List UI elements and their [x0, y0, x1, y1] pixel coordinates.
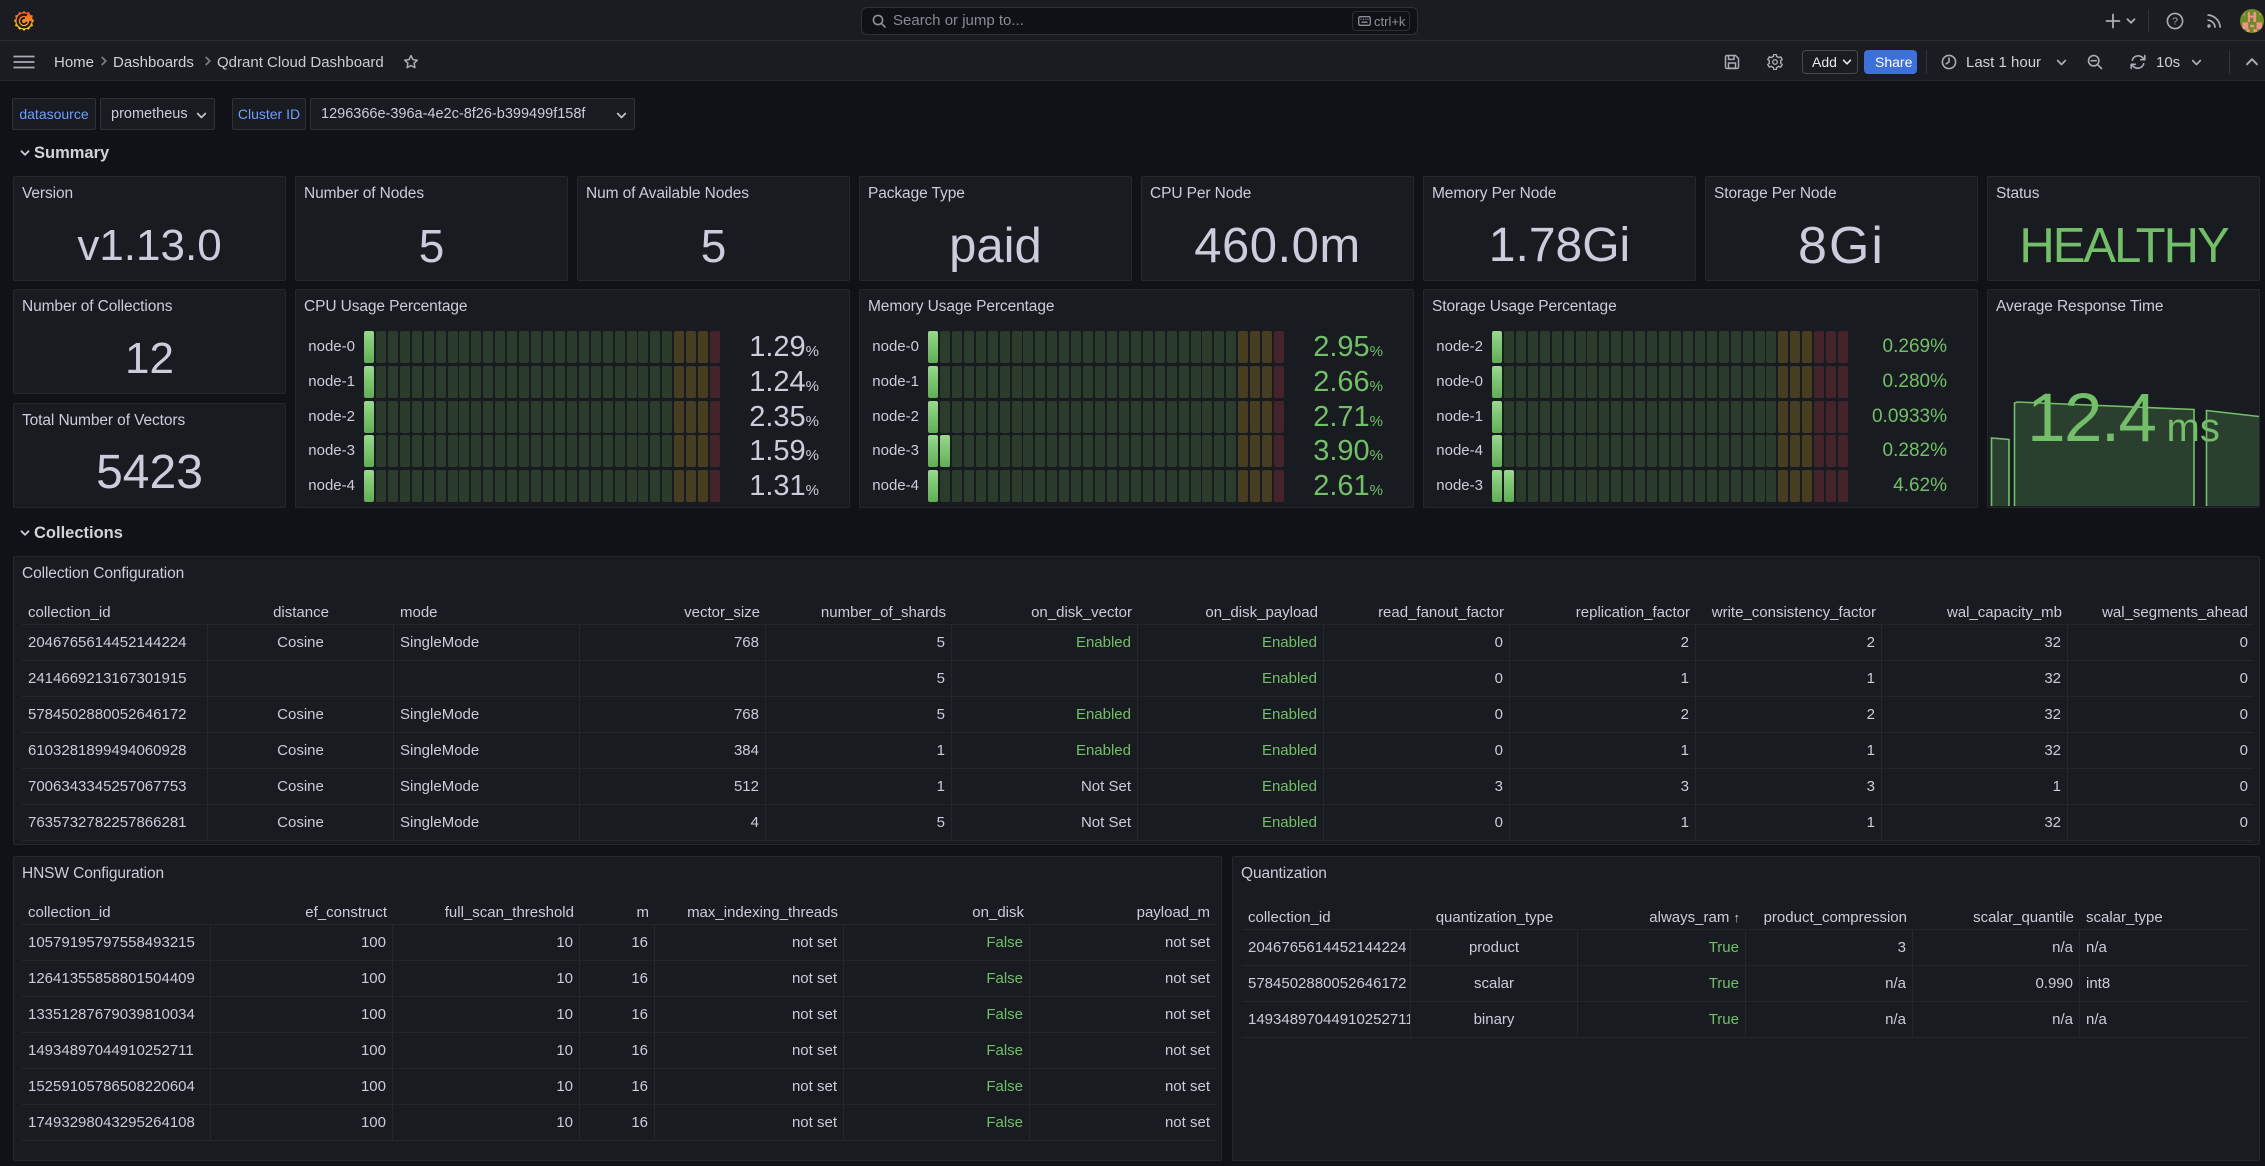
- svg-text:?: ?: [2172, 16, 2178, 28]
